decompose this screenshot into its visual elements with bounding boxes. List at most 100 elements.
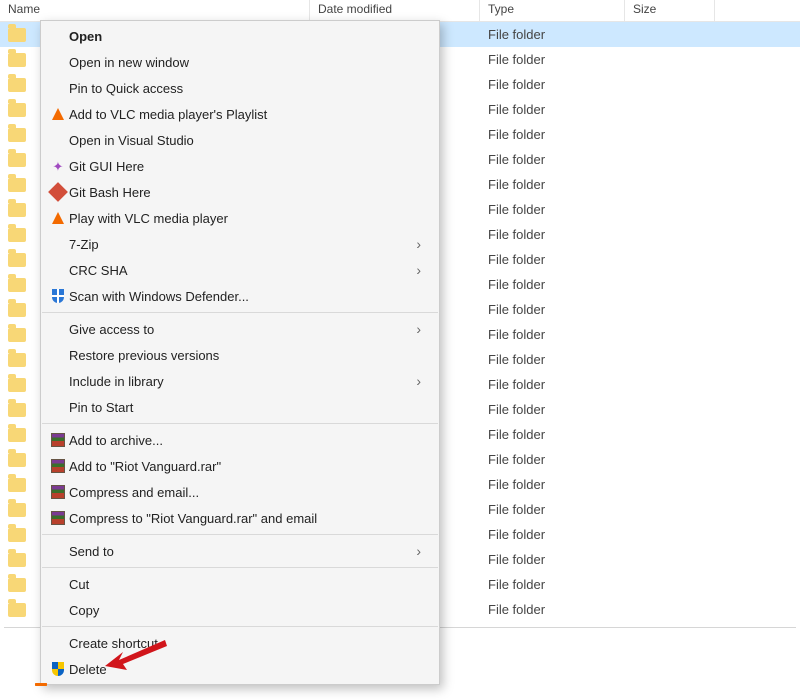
- menu-add-named-rar-label: Add to "Riot Vanguard.rar": [69, 459, 421, 474]
- folder-icon: [8, 203, 26, 217]
- menu-separator: [42, 423, 438, 424]
- menu-pin-quick-access-label: Pin to Quick access: [69, 81, 421, 96]
- submenu-arrow-icon: ›: [416, 236, 421, 252]
- uac-shield-icon: [47, 662, 69, 676]
- menu-pin-quick-access[interactable]: Pin to Quick access: [41, 75, 439, 101]
- cell-type: File folder: [480, 452, 625, 467]
- menu-add-vlc-playlist[interactable]: Add to VLC media player's Playlist: [41, 101, 439, 127]
- menu-git-gui[interactable]: ✦ Git GUI Here: [41, 153, 439, 179]
- folder-icon: [8, 403, 26, 417]
- menu-include-library-label: Include in library: [69, 374, 416, 389]
- cell-type: File folder: [480, 577, 625, 592]
- folder-icon: [8, 128, 26, 142]
- folder-icon: [8, 578, 26, 592]
- git-gui-icon: ✦: [47, 159, 69, 173]
- menu-open-visual-studio[interactable]: Open in Visual Studio: [41, 127, 439, 153]
- cell-type: File folder: [480, 527, 625, 542]
- folder-icon: [8, 278, 26, 292]
- folder-icon: [8, 28, 26, 42]
- cell-type: File folder: [480, 102, 625, 117]
- cell-type: File folder: [480, 502, 625, 517]
- menu-send-to[interactable]: Send to ›: [41, 538, 439, 564]
- menu-pin-start-label: Pin to Start: [69, 400, 421, 415]
- menu-add-named-rar[interactable]: Add to "Riot Vanguard.rar": [41, 453, 439, 479]
- menu-open-visual-studio-label: Open in Visual Studio: [69, 133, 421, 148]
- menu-scan-defender[interactable]: Scan with Windows Defender...: [41, 283, 439, 309]
- cell-type: File folder: [480, 52, 625, 67]
- menu-compress-email[interactable]: Compress and email...: [41, 479, 439, 505]
- explorer-window: Name Date modified Type Size File folder…: [0, 0, 800, 700]
- column-header-date[interactable]: Date modified: [310, 0, 480, 21]
- menu-open-new-window[interactable]: Open in new window: [41, 49, 439, 75]
- winrar-icon: [47, 511, 69, 525]
- menu-create-shortcut-label: Create shortcut: [69, 636, 421, 651]
- cell-type: File folder: [480, 352, 625, 367]
- cell-type: File folder: [480, 77, 625, 92]
- menu-pin-start[interactable]: Pin to Start: [41, 394, 439, 420]
- folder-icon: [8, 378, 26, 392]
- menu-restore-previous[interactable]: Restore previous versions: [41, 342, 439, 368]
- menu-7zip-label: 7-Zip: [69, 237, 416, 252]
- cell-type: File folder: [480, 227, 625, 242]
- folder-icon: [8, 103, 26, 117]
- folder-icon: [8, 428, 26, 442]
- column-header-size[interactable]: Size: [625, 0, 715, 21]
- menu-give-access-label: Give access to: [69, 322, 416, 337]
- menu-add-vlc-playlist-label: Add to VLC media player's Playlist: [69, 107, 421, 122]
- menu-include-library[interactable]: Include in library ›: [41, 368, 439, 394]
- menu-give-access[interactable]: Give access to ›: [41, 316, 439, 342]
- menu-delete[interactable]: Delete: [41, 656, 439, 682]
- menu-separator: [42, 626, 438, 627]
- menu-send-to-label: Send to: [69, 544, 416, 559]
- folder-icon: [8, 353, 26, 367]
- menu-play-vlc[interactable]: Play with VLC media player: [41, 205, 439, 231]
- cell-type: File folder: [480, 427, 625, 442]
- menu-add-archive-label: Add to archive...: [69, 433, 421, 448]
- menu-restore-previous-label: Restore previous versions: [69, 348, 421, 363]
- menu-compress-named-email-label: Compress to "Riot Vanguard.rar" and emai…: [69, 511, 421, 526]
- menu-7zip[interactable]: 7-Zip ›: [41, 231, 439, 257]
- cell-type: File folder: [480, 27, 625, 42]
- context-menu: Open Open in new window Pin to Quick acc…: [40, 20, 440, 685]
- cell-type: File folder: [480, 302, 625, 317]
- menu-cut[interactable]: Cut: [41, 571, 439, 597]
- menu-compress-email-label: Compress and email...: [69, 485, 421, 500]
- folder-icon: [8, 503, 26, 517]
- menu-compress-named-email[interactable]: Compress to "Riot Vanguard.rar" and emai…: [41, 505, 439, 531]
- cell-type: File folder: [480, 402, 625, 417]
- menu-add-archive[interactable]: Add to archive...: [41, 427, 439, 453]
- menu-create-shortcut[interactable]: Create shortcut: [41, 630, 439, 656]
- submenu-arrow-icon: ›: [416, 262, 421, 278]
- menu-delete-label: Delete: [69, 662, 421, 677]
- menu-separator: [42, 534, 438, 535]
- cell-type: File folder: [480, 202, 625, 217]
- git-bash-icon: [47, 185, 69, 199]
- menu-open[interactable]: Open: [41, 23, 439, 49]
- cell-type: File folder: [480, 377, 625, 392]
- submenu-arrow-icon: ›: [416, 321, 421, 337]
- winrar-icon: [47, 459, 69, 473]
- menu-crc-sha[interactable]: CRC SHA ›: [41, 257, 439, 283]
- menu-play-vlc-label: Play with VLC media player: [69, 211, 421, 226]
- menu-crc-sha-label: CRC SHA: [69, 263, 416, 278]
- vlc-icon: [47, 108, 69, 120]
- submenu-arrow-icon: ›: [416, 373, 421, 389]
- column-header-type[interactable]: Type: [480, 0, 625, 21]
- menu-git-gui-label: Git GUI Here: [69, 159, 421, 174]
- menu-open-new-window-label: Open in new window: [69, 55, 421, 70]
- vlc-icon: [47, 212, 69, 224]
- cell-type: File folder: [480, 602, 625, 617]
- cell-type: File folder: [480, 277, 625, 292]
- cell-type: File folder: [480, 327, 625, 342]
- menu-git-bash[interactable]: Git Bash Here: [41, 179, 439, 205]
- winrar-icon: [47, 433, 69, 447]
- cell-type: File folder: [480, 252, 625, 267]
- defender-icon: [47, 289, 69, 303]
- cell-type: File folder: [480, 152, 625, 167]
- folder-icon: [8, 528, 26, 542]
- folder-icon: [8, 178, 26, 192]
- menu-separator: [42, 567, 438, 568]
- menu-separator: [42, 312, 438, 313]
- column-header-name[interactable]: Name: [0, 0, 310, 21]
- menu-copy[interactable]: Copy: [41, 597, 439, 623]
